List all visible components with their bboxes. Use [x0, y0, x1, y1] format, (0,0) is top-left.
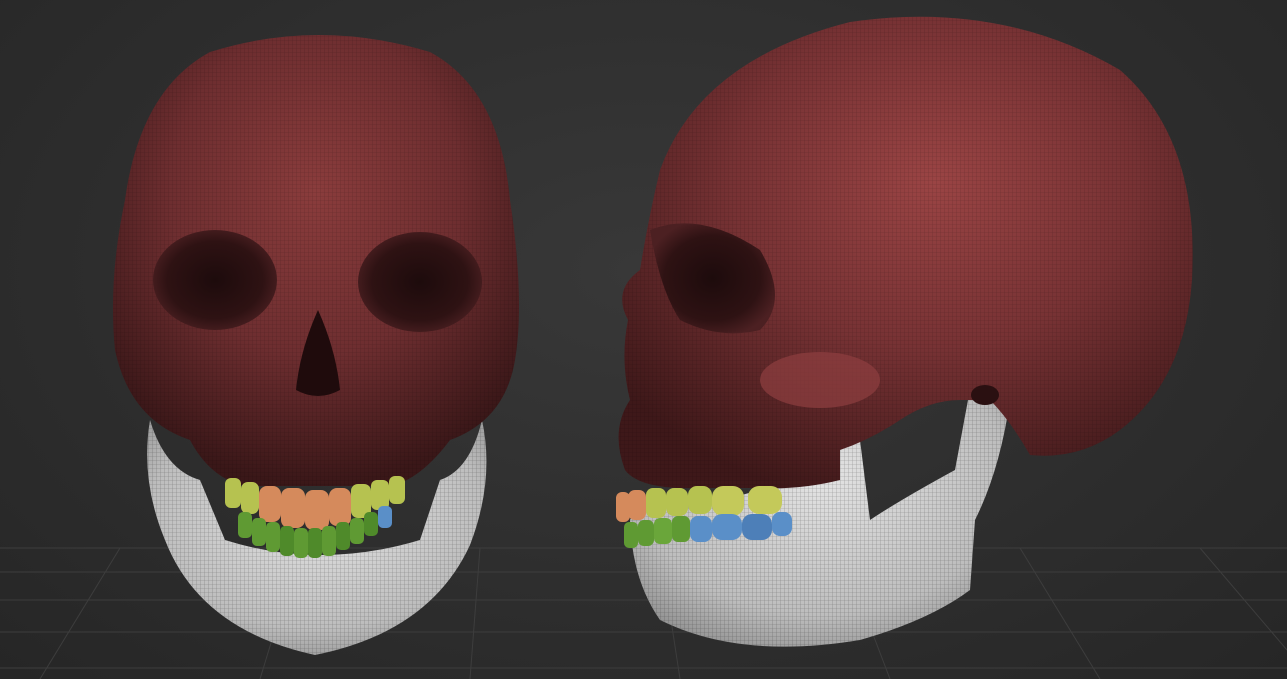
zygomatic-arch [760, 352, 880, 408]
eye-socket-right [358, 232, 482, 332]
eye-socket-left [153, 230, 277, 330]
ear-canal [971, 385, 999, 405]
skull-side-view[interactable] [616, 16, 1193, 647]
skull-front-view[interactable] [112, 35, 519, 655]
viewport-canvas[interactable] [0, 0, 1287, 679]
3d-viewport[interactable] [0, 0, 1287, 679]
